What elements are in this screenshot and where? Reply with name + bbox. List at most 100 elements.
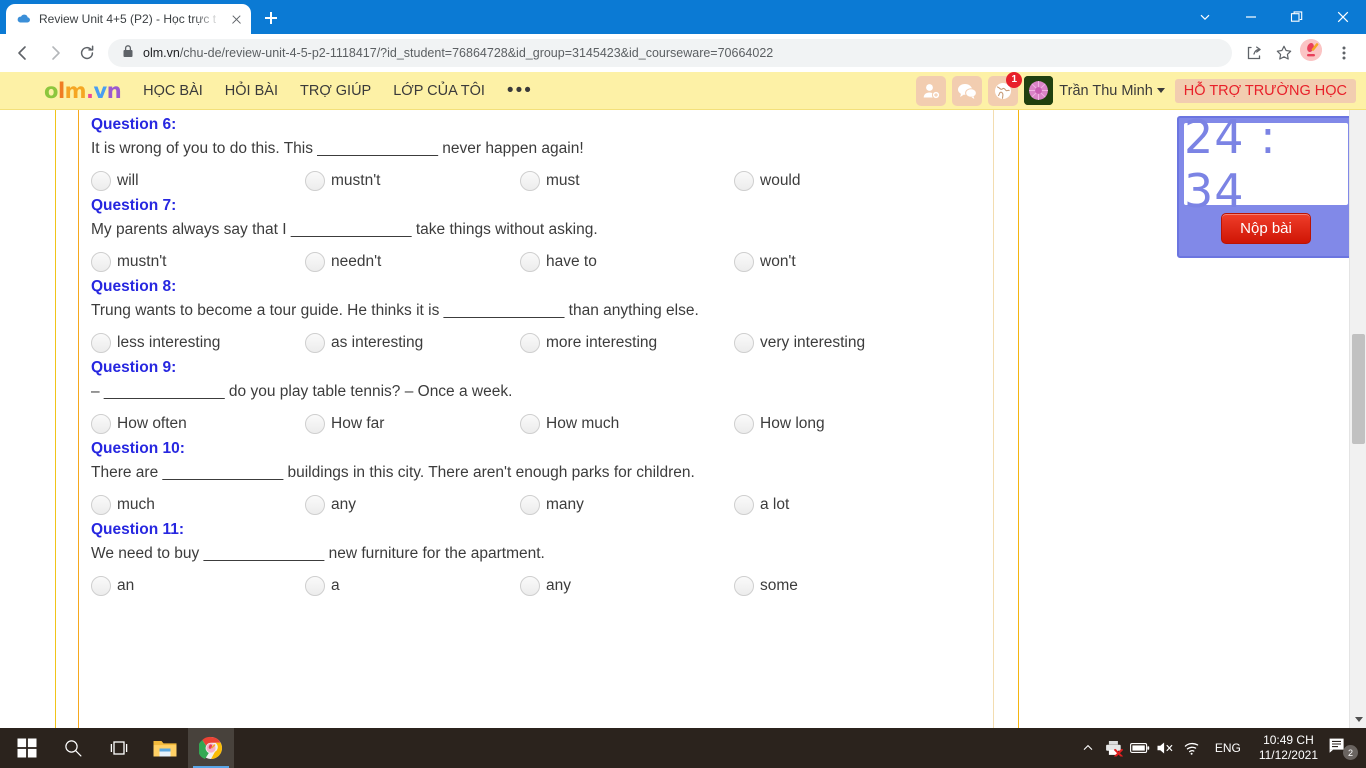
option-choice[interactable]: mustn't: [305, 171, 520, 191]
radio-button[interactable]: [91, 171, 111, 191]
radio-button[interactable]: [305, 576, 325, 596]
chrome-button[interactable]: [188, 728, 234, 768]
user-menu[interactable]: Trần Thu Minh: [1059, 83, 1165, 99]
radio-button[interactable]: [91, 495, 111, 515]
option-choice[interactable]: will: [91, 171, 305, 191]
scrollbar-thumb[interactable]: [1352, 334, 1365, 444]
radio-button[interactable]: [734, 414, 754, 434]
radio-button[interactable]: [520, 252, 540, 272]
forward-arrow-icon[interactable]: [40, 38, 70, 68]
globe-notifications-icon[interactable]: 1: [988, 72, 1023, 106]
file-explorer-button[interactable]: [142, 728, 188, 768]
chevron-down-icon[interactable]: [1182, 0, 1228, 34]
option-choice[interactable]: How often: [91, 414, 305, 434]
restore-icon[interactable]: [1274, 0, 1320, 34]
radio-button[interactable]: [91, 252, 111, 272]
option-choice[interactable]: some: [734, 576, 798, 596]
radio-button[interactable]: [520, 333, 540, 353]
option-choice[interactable]: needn't: [305, 252, 520, 272]
language-indicator[interactable]: ENG: [1205, 741, 1251, 755]
share-icon[interactable]: [1240, 39, 1268, 67]
radio-button[interactable]: [734, 252, 754, 272]
tab-title: Review Unit 4+5 (P2) - Học trực t: [39, 12, 217, 26]
radio-button[interactable]: [305, 414, 325, 434]
question-heading: Question 11:: [91, 521, 185, 538]
scroll-down-arrow-icon[interactable]: [1350, 711, 1366, 728]
option-choice[interactable]: very interesting: [734, 333, 865, 353]
address-bar[interactable]: olm.vn/chu-de/review-unit-4-5-p2-1118417…: [108, 39, 1232, 67]
url-path: /chu-de/review-unit-4-5-p2-1118417/?id_s…: [179, 46, 774, 60]
option-choice[interactable]: mustn't: [91, 252, 305, 272]
task-view-button[interactable]: [96, 728, 142, 768]
option-choice[interactable]: many: [520, 495, 734, 515]
start-button[interactable]: [4, 728, 50, 768]
radio-button[interactable]: [734, 576, 754, 596]
radio-button[interactable]: [91, 333, 111, 353]
radio-button[interactable]: [520, 576, 540, 596]
option-choice[interactable]: How long: [734, 414, 825, 434]
wifi-icon[interactable]: [1179, 728, 1205, 768]
nav-item-lop-cua-toi[interactable]: LỚP CỦA TÔI: [393, 83, 485, 99]
page-scrollbar[interactable]: [1349, 72, 1366, 728]
nav-item-tro-giup[interactable]: TRỢ GIÚP: [300, 83, 371, 99]
radio-button[interactable]: [734, 333, 754, 353]
option-choice[interactable]: a: [305, 576, 520, 596]
radio-button[interactable]: [91, 414, 111, 434]
toolbar-actions: [1240, 39, 1358, 67]
search-button[interactable]: [50, 728, 96, 768]
radio-button[interactable]: [305, 252, 325, 272]
radio-button[interactable]: [305, 333, 325, 353]
minimize-icon[interactable]: [1228, 0, 1274, 34]
volume-muted-icon[interactable]: [1153, 728, 1179, 768]
olm-logo[interactable]: olm.vn: [44, 79, 122, 103]
option-choice[interactable]: any: [520, 576, 734, 596]
option-choice[interactable]: less interesting: [91, 333, 305, 353]
back-arrow-icon[interactable]: [8, 38, 38, 68]
new-tab-button[interactable]: [257, 4, 285, 32]
three-dot-menu-icon[interactable]: [1330, 39, 1358, 67]
profile-avatar[interactable]: [1300, 39, 1328, 67]
nav-item-hoi-bai[interactable]: HỎI BÀI: [225, 83, 278, 99]
clock[interactable]: 10:49 CH 11/12/2021: [1251, 733, 1326, 763]
school-support-button[interactable]: HỖ TRỢ TRƯỜNG HỌC: [1174, 78, 1356, 103]
chevron-up-icon[interactable]: [1075, 728, 1101, 768]
nav-item-hoc-bai[interactable]: HỌC BÀI: [143, 83, 203, 99]
option-choice[interactable]: How much: [520, 414, 734, 434]
browser-tab[interactable]: Review Unit 4+5 (P2) - Học trực t: [6, 4, 251, 34]
question-heading: Question 10:: [91, 440, 185, 457]
timer-panel: 24 : 34 Nộp bài: [1177, 110, 1355, 258]
reload-icon[interactable]: [72, 38, 102, 68]
radio-button[interactable]: [520, 495, 540, 515]
option-choice[interactable]: must: [520, 171, 734, 191]
radio-button[interactable]: [520, 171, 540, 191]
option-choice[interactable]: would: [734, 171, 801, 191]
printer-error-icon[interactable]: [1101, 728, 1127, 768]
option-choice[interactable]: How far: [305, 414, 520, 434]
close-icon[interactable]: [228, 11, 245, 28]
option-choice[interactable]: much: [91, 495, 305, 515]
radio-button[interactable]: [305, 171, 325, 191]
option-choice[interactable]: a lot: [734, 495, 789, 515]
question-heading: Question 8:: [91, 278, 177, 295]
radio-button[interactable]: [734, 495, 754, 515]
add-friend-icon[interactable]: [916, 75, 947, 106]
radio-button[interactable]: [305, 495, 325, 515]
option-choice[interactable]: more interesting: [520, 333, 734, 353]
option-choice[interactable]: as interesting: [305, 333, 520, 353]
nav-more-button[interactable]: •••: [507, 81, 533, 100]
option-choice[interactable]: any: [305, 495, 520, 515]
battery-icon[interactable]: [1127, 728, 1153, 768]
option-choice[interactable]: have to: [520, 252, 734, 272]
radio-button[interactable]: [520, 414, 540, 434]
notifications-button[interactable]: 2: [1326, 728, 1360, 768]
star-icon[interactable]: [1270, 39, 1298, 67]
chat-icon[interactable]: [952, 75, 983, 106]
radio-button[interactable]: [734, 171, 754, 191]
option-choice[interactable]: won't: [734, 252, 796, 272]
submit-button[interactable]: Nộp bài: [1221, 212, 1311, 244]
option-choice[interactable]: an: [91, 576, 305, 596]
avatar[interactable]: [1024, 76, 1054, 105]
lock-icon: [122, 44, 134, 63]
radio-button[interactable]: [91, 576, 111, 596]
close-icon[interactable]: [1320, 0, 1366, 34]
